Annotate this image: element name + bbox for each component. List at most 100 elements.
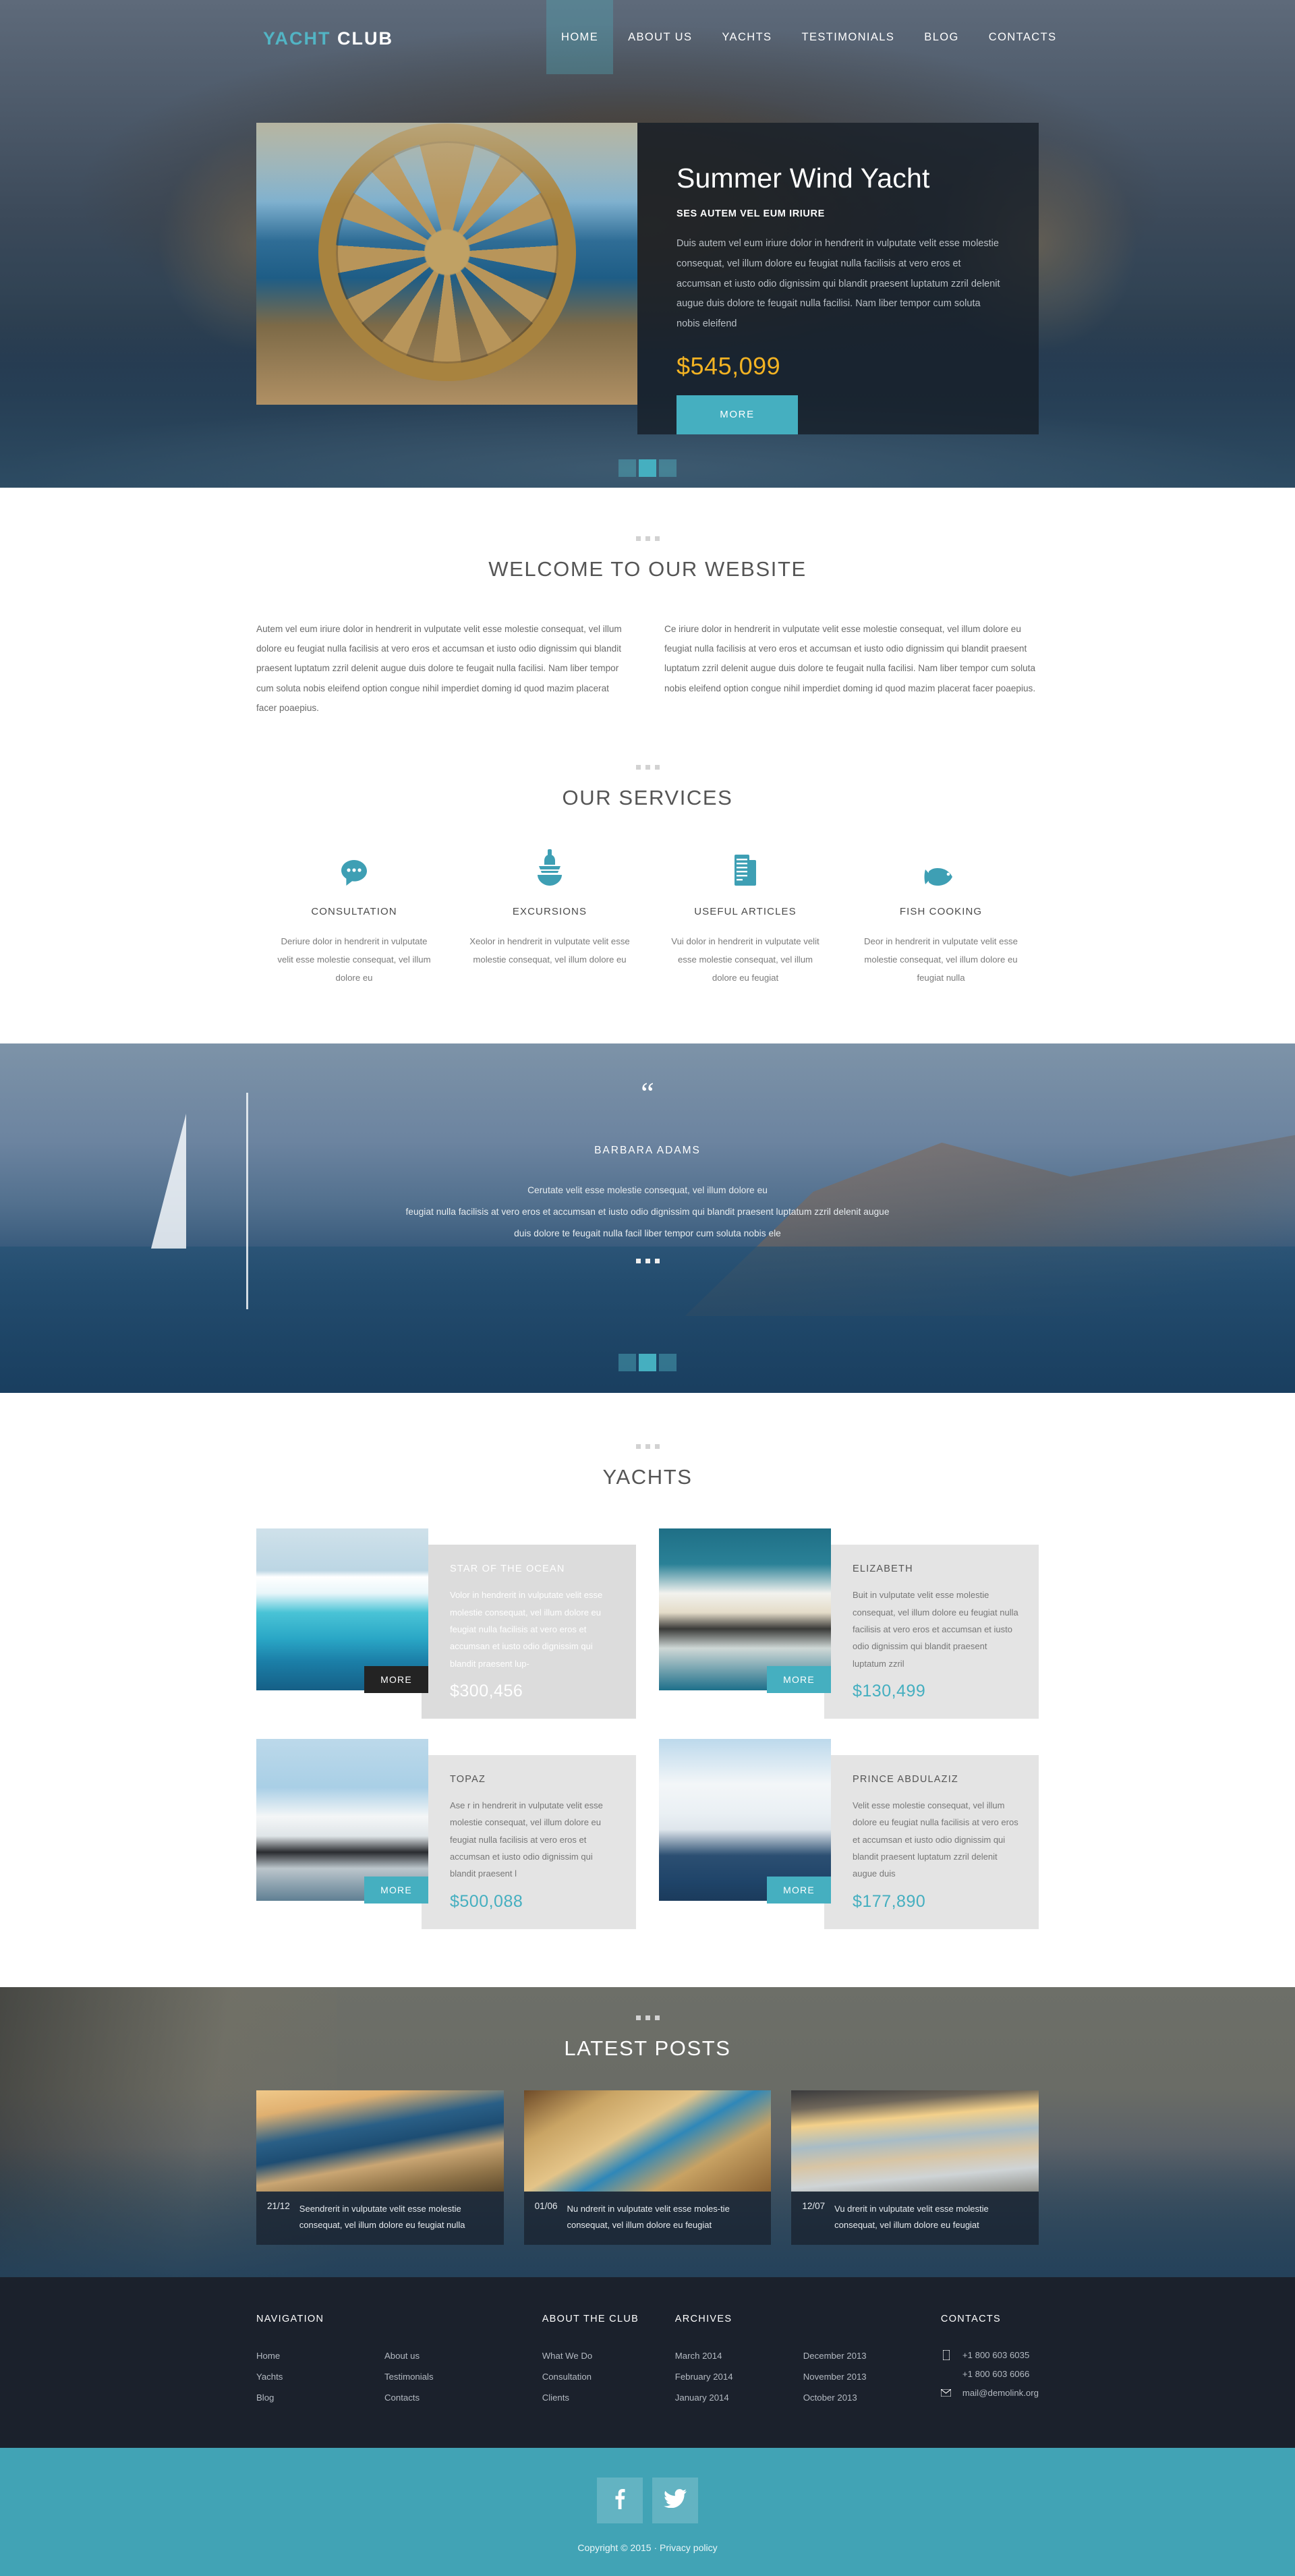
- footer-email-link[interactable]: mail@demolink.org: [962, 2388, 1039, 2398]
- article-icon: [665, 847, 826, 888]
- footer-nav-list-1: Home Yachts Blog: [256, 2350, 384, 2413]
- footer-nav-link[interactable]: Home: [256, 2351, 280, 2361]
- yacht-card[interactable]: TOPAZ Ase r in hendrerit in vulputate vel…: [256, 1739, 636, 1929]
- hero-slide-dot-3[interactable]: [659, 459, 677, 477]
- facebook-button[interactable]: [597, 2477, 643, 2523]
- speech-bubble-icon: [274, 847, 434, 888]
- list-item: Contacts: [384, 2392, 513, 2404]
- list-item: What We Do: [542, 2350, 675, 2362]
- nav-item-yachts[interactable]: YACHTS: [707, 0, 786, 74]
- twitter-button[interactable]: [652, 2477, 698, 2523]
- section-dots-decoration: [256, 1444, 1039, 1450]
- yacht-card[interactable]: PRINCE ABDULAZIZ Velit esse molestie cons…: [659, 1739, 1039, 1929]
- nav-item-home[interactable]: HOME: [546, 0, 614, 74]
- footer-archives-heading: ARCHIVES: [674, 2313, 732, 2324]
- yacht-name: TOPAZ: [450, 1774, 486, 1785]
- list-item: Home: [256, 2350, 384, 2362]
- testimonial-author: BARBARA ADAMS: [594, 1145, 701, 1157]
- yacht-card[interactable]: ELIZABETH Buit in vulputate velit esse mo…: [659, 1528, 1039, 1719]
- footer-archives-list-1: March 2014 February 2014 January 2014: [675, 2350, 803, 2413]
- hero-slide: Summer Wind Yacht SES AUTEM VEL EUM IRIU…: [256, 123, 1039, 434]
- post-date: 12/07: [802, 2200, 826, 2211]
- yacht-description: Ase r in hendrerit in vulputate velit es…: [450, 1800, 603, 1879]
- footer-contacts-heading: CONTACTS: [940, 2313, 1001, 2324]
- yacht-more-button[interactable]: MORE: [767, 1666, 831, 1693]
- nav-item-contacts[interactable]: CONTACTS: [974, 0, 1072, 74]
- section-dots-decoration: [256, 765, 1039, 770]
- footer-about-list: What We Do Consultation Clients: [542, 2350, 675, 2404]
- service-title: FISH COOKING: [899, 906, 983, 918]
- service-card-excursions[interactable]: EXCURSIONS Xeolor in hendrerit in vulputa…: [452, 847, 648, 987]
- testimonial-slide-dot-1[interactable]: [618, 1354, 636, 1372]
- site-header: YACHT CLUB HOME ABOUT US YACHTS TESTIMONIAL…: [0, 0, 1295, 74]
- latest-posts-section: LATEST POSTS 21/12 Seendrerit in vulputat…: [0, 1986, 1295, 2277]
- footer-archive-link[interactable]: November 2013: [803, 2372, 867, 2382]
- testimonial-slide-dot-3[interactable]: [659, 1354, 677, 1372]
- footer-nav-link[interactable]: Contacts: [384, 2393, 420, 2403]
- yacht-name: ELIZABETH: [853, 1564, 913, 1575]
- footer-archive-link[interactable]: December 2013: [803, 2351, 867, 2361]
- welcome-paragraph-2: Ce iriure dolor in hendrerit in vulputat…: [664, 624, 1036, 693]
- testimonial-line-2: feugiat nulla facilisis at vero eros et …: [405, 1207, 890, 1217]
- service-title: CONSULTATION: [311, 906, 397, 918]
- footer-archive-link[interactable]: January 2014: [675, 2393, 729, 2403]
- footer-email-row: mail@demolink.org: [941, 2388, 1039, 2398]
- footer-about-link[interactable]: Consultation: [542, 2372, 592, 2382]
- testimonial-slide-dot-2[interactable]: [639, 1354, 656, 1372]
- service-card-useful-articles[interactable]: USEFUL ARTICLES Vui dolor in hendrerit in…: [648, 847, 843, 987]
- service-card-fish-cooking[interactable]: FISH COOKING Deor in hendrerit in vulputa…: [843, 847, 1039, 987]
- footer-navigation-heading: NAVIGATION: [256, 2313, 324, 2324]
- yacht-name: STAR OF THE OCEAN: [450, 1564, 565, 1575]
- service-title: USEFUL ARTICLES: [694, 906, 797, 918]
- nav-item-testimonials[interactable]: TESTIMONIALS: [786, 0, 909, 74]
- post-card[interactable]: 21/12 Seendrerit in vulputate velit esse …: [256, 2090, 504, 2245]
- footer-phone-1: +1 800 603 6035: [962, 2349, 1030, 2360]
- footer-about-link[interactable]: What We Do: [542, 2351, 593, 2361]
- service-card-consultation[interactable]: CONSULTATION Deriure dolor in hendrerit i…: [256, 847, 452, 987]
- footer-nav-link[interactable]: Blog: [256, 2393, 274, 2403]
- hero-more-button[interactable]: MORE: [677, 395, 798, 434]
- welcome-paragraph-1: Autem vel eum iriure dolor in hendrerit …: [256, 624, 622, 713]
- footer-about-heading: ABOUT THE CLUB: [542, 2313, 639, 2324]
- services-title: OUR SERVICES: [562, 786, 733, 810]
- footer-archives-list-2: December 2013 November 2013 October 2013: [803, 2350, 931, 2413]
- yacht-more-button[interactable]: MORE: [364, 1876, 428, 1904]
- list-item: Testimonials: [384, 2371, 513, 2383]
- footer-archive-link[interactable]: October 2013: [803, 2393, 857, 2403]
- site-logo[interactable]: YACHT CLUB: [263, 28, 393, 49]
- welcome-section: WELCOME TO OUR WEBSITE Autem vel eum iri…: [0, 488, 1295, 718]
- footer-archive-link[interactable]: February 2014: [675, 2372, 733, 2382]
- service-text: Deor in hendrerit in vulputate velit ess…: [864, 936, 1018, 983]
- testimonials-section: “ BARBARA ADAMS Cerutate velit esse mole…: [0, 1043, 1295, 1394]
- yacht-more-button[interactable]: MORE: [767, 1876, 831, 1904]
- yachts-title: YACHTS: [602, 1465, 693, 1489]
- post-card[interactable]: 12/07 Vu drerit in vulputate velit esse m…: [791, 2090, 1039, 2245]
- yacht-card[interactable]: STAR OF THE OCEAN Volor in hendrerit in v…: [256, 1528, 636, 1719]
- post-date: 21/12: [267, 2200, 290, 2211]
- site-footer: NAVIGATION Home Yachts Blog About us Testim…: [0, 2277, 1295, 2448]
- testimonial-slider-pagination[interactable]: [618, 1354, 677, 1372]
- list-item: Consultation: [542, 2371, 675, 2383]
- yacht-description: Volor in hendrerit in vulputate velit es…: [450, 1590, 603, 1669]
- testimonial-dots-decoration: [256, 1259, 1039, 1264]
- footer-contacts-column: CONTACTS +1 800 603 6035 +1 800 603 6066…: [941, 2314, 1039, 2413]
- yacht-more-button[interactable]: MORE: [364, 1666, 428, 1693]
- footer-about-link[interactable]: Clients: [542, 2393, 569, 2403]
- hero-slide-dot-2[interactable]: [639, 459, 656, 477]
- footer-nav-link[interactable]: About us: [384, 2351, 420, 2361]
- footer-nav-link[interactable]: Testimonials: [384, 2372, 434, 2382]
- footer-nav-link[interactable]: Yachts: [256, 2372, 283, 2382]
- facebook-icon: [614, 2488, 625, 2513]
- hero-slider-pagination[interactable]: [618, 459, 677, 477]
- boat-icon: [469, 847, 630, 888]
- hero-description: Duis autem vel eum iriure dolor in hendr…: [677, 238, 1000, 329]
- nav-item-blog[interactable]: BLOG: [909, 0, 973, 74]
- quote-mark-icon: “: [641, 1077, 654, 1110]
- footer-archive-link[interactable]: March 2014: [675, 2351, 722, 2361]
- nav-item-about-us[interactable]: ABOUT US: [613, 0, 707, 74]
- post-card[interactable]: 01/06 Nu ndrerit in vulputate velit esse …: [523, 2090, 772, 2245]
- yacht-description: Buit in vulputate velit esse molestie co…: [853, 1590, 1018, 1669]
- section-dots-decoration: [256, 2015, 1039, 2020]
- hero-slide-dot-1[interactable]: [618, 459, 636, 477]
- footer-nav-list-2: About us Testimonials Contacts: [384, 2350, 513, 2413]
